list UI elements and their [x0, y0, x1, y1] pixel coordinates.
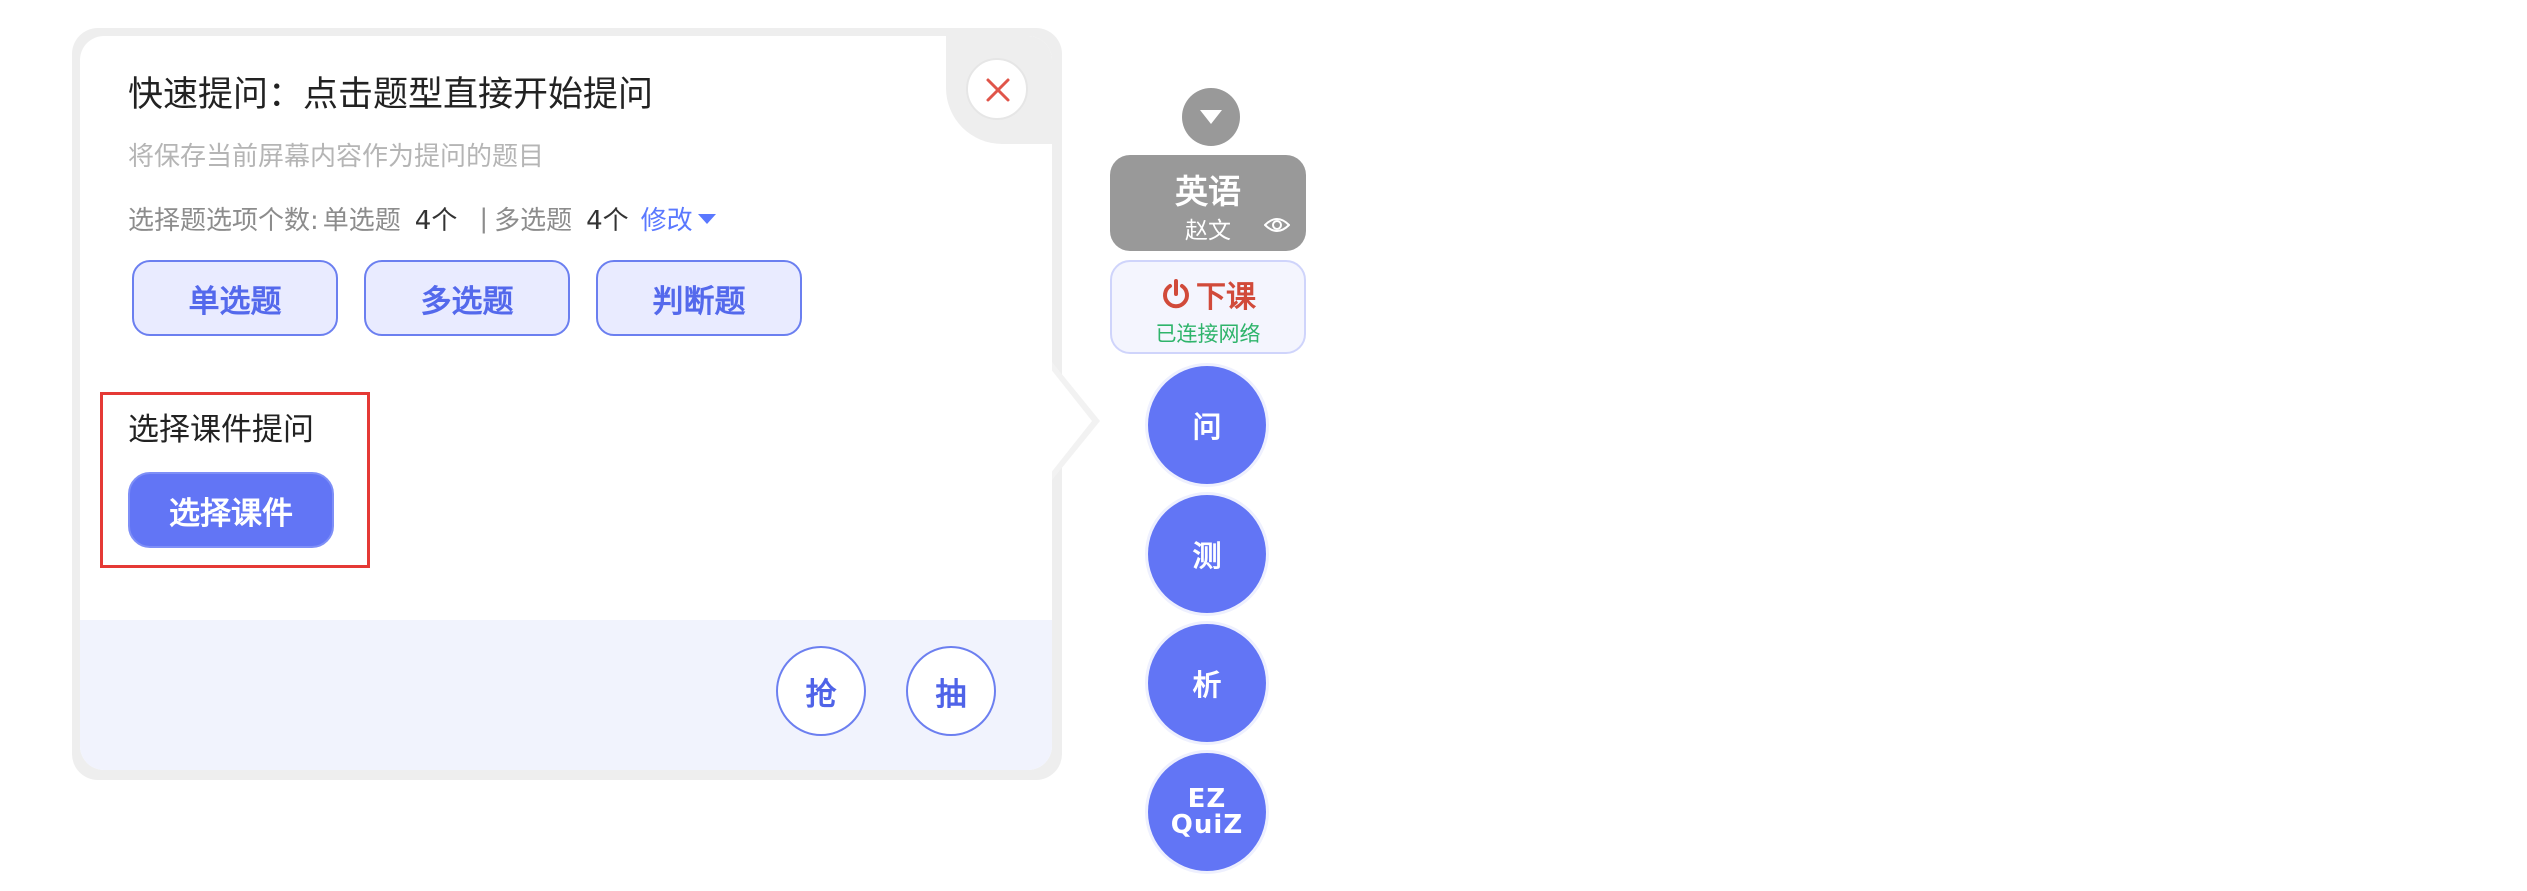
multi-choice-button[interactable]: 多选题 — [364, 260, 570, 336]
ask-tool-button[interactable]: 问 — [1148, 366, 1266, 484]
modify-label: 修改 — [640, 206, 693, 236]
modify-link[interactable]: 修改 — [641, 200, 717, 237]
subject-card[interactable]: 英语 赵文 — [1110, 155, 1306, 251]
single-choice-count: 4个 — [414, 206, 458, 236]
select-courseware-button[interactable]: 选择课件 — [128, 472, 334, 548]
ezquiz-logo-top: EZ — [1187, 784, 1227, 814]
option-count-row: 选择题选项个数: 单选题 4个 | 多选题 4个 修改 — [128, 200, 717, 237]
single-choice-button[interactable]: 单选题 — [132, 260, 338, 336]
ezquiz-button[interactable]: EZ QuiZ — [1148, 753, 1266, 871]
grab-answer-button[interactable]: 抢 — [776, 646, 866, 736]
ezquiz-logo-bottom: QuiZ — [1170, 810, 1244, 840]
close-button[interactable] — [966, 58, 1028, 120]
power-icon — [1163, 279, 1189, 309]
option-separator: | — [479, 203, 489, 234]
end-class-label-row: 下课 — [1112, 272, 1304, 316]
end-class-label: 下课 — [1196, 280, 1256, 315]
caret-down-icon — [697, 213, 716, 224]
popup-pointer-inner — [1046, 363, 1092, 479]
quick-question-popup: 快速提问：点击题型直接开始提问 将保存当前屏幕内容作为提问的题目 选择题选项个数… — [80, 36, 1052, 770]
caret-down-icon — [1200, 110, 1222, 124]
true-false-button[interactable]: 判断题 — [596, 260, 802, 336]
collapse-toolbar-button[interactable] — [1182, 88, 1240, 146]
end-class-button[interactable]: 下课 已连接网络 — [1110, 260, 1306, 354]
eye-icon[interactable] — [1264, 215, 1290, 235]
close-icon — [986, 78, 1010, 102]
single-choice-label: 单选题 — [322, 206, 401, 236]
courseware-label: 选择课件提问 — [128, 412, 314, 448]
popup-title: 快速提问：点击题型直接开始提问 — [128, 75, 654, 115]
network-status: 已连接网络 — [1155, 322, 1261, 346]
multi-choice-label: 多选题 — [494, 206, 573, 236]
multi-choice-count: 4个 — [586, 206, 629, 236]
option-count-label: 选择题选项个数: — [128, 206, 319, 236]
random-pick-button[interactable]: 抽 — [906, 646, 996, 736]
ezquiz-logo: EZ QuiZ — [1171, 786, 1243, 838]
test-tool-button[interactable]: 测 — [1148, 495, 1266, 613]
subject-name: 英语 — [1175, 172, 1241, 211]
analysis-tool-button[interactable]: 析 — [1148, 624, 1266, 742]
popup-subtitle: 将保存当前屏幕内容作为提问的题目 — [128, 142, 545, 172]
